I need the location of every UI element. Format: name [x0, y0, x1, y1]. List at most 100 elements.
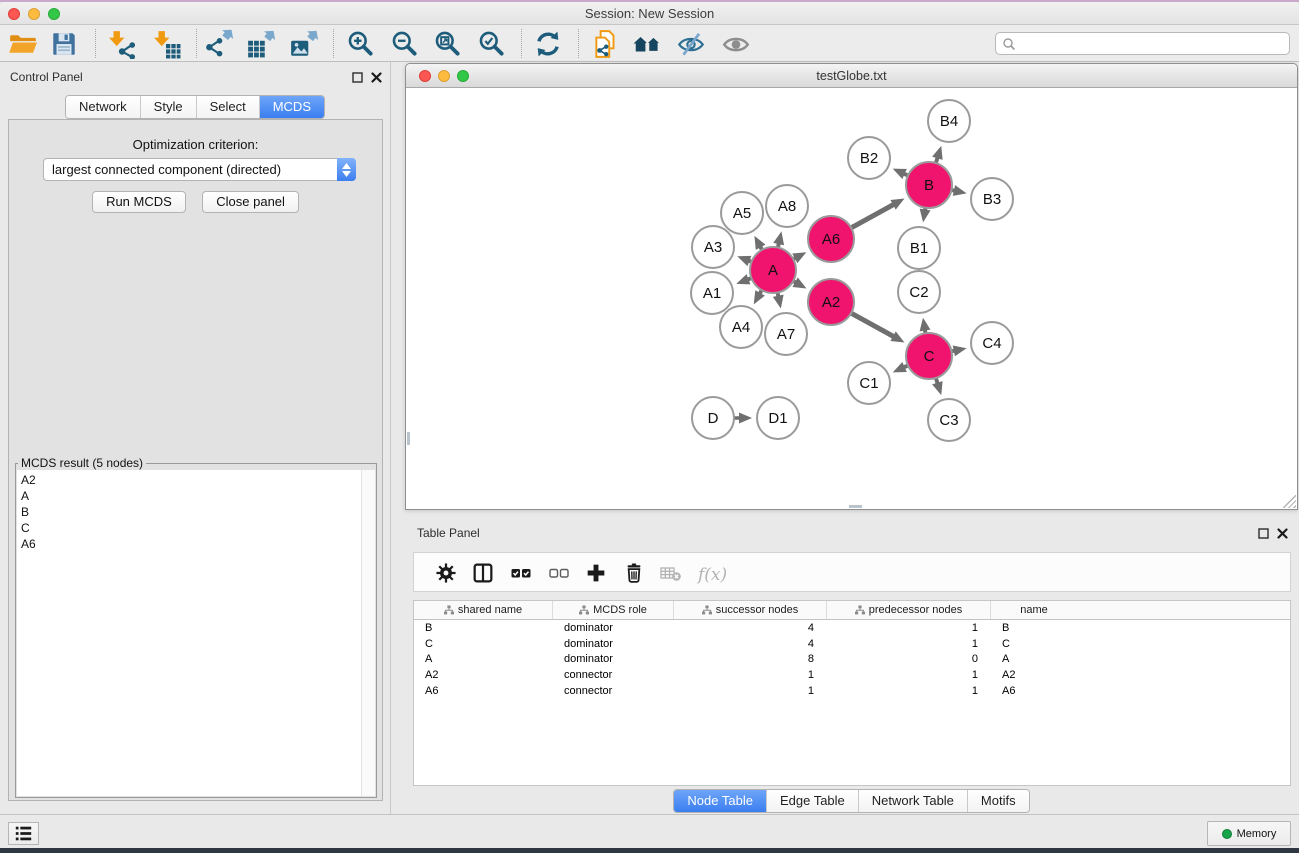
select-all-icon[interactable] — [511, 563, 531, 583]
refresh-layout-icon[interactable] — [533, 29, 563, 59]
float-table-panel-icon[interactable] — [1258, 528, 1269, 539]
mcds-result-item[interactable]: A6 — [21, 536, 359, 552]
export-image-icon[interactable] — [289, 29, 319, 59]
table-cell[interactable]: A6 — [414, 685, 553, 697]
close-panel-button[interactable]: Close panel — [202, 191, 299, 213]
table-cell[interactable]: A6 — [991, 685, 1077, 697]
column-header-successor-nodes[interactable]: successor nodes — [674, 601, 827, 619]
table-cell[interactable]: connector — [553, 685, 674, 697]
tab-node-table[interactable]: Node Table — [674, 790, 767, 812]
delete-column-icon[interactable] — [624, 563, 644, 583]
table-header-row: shared nameMCDS rolesuccessor nodesprede… — [414, 601, 1290, 620]
zoom-fit-icon[interactable] — [433, 29, 463, 59]
mcds-result-item[interactable]: C — [21, 520, 359, 536]
table-cell[interactable]: B — [414, 622, 553, 634]
network-window-titlebar[interactable]: testGlobe.txt — [406, 64, 1297, 88]
open-file-icon[interactable] — [8, 29, 38, 59]
network-canvas[interactable]: AA1A2A3A4A5A6A7A8BB1B2B3B4CC1C2C3C4DD1 — [407, 89, 1296, 509]
export-table-icon[interactable] — [246, 29, 276, 59]
import-network-icon[interactable] — [106, 29, 136, 59]
table-cell[interactable]: 1 — [827, 669, 991, 681]
graph-node-label: A7 — [777, 326, 795, 343]
table-cell[interactable]: dominator — [553, 638, 674, 650]
table-cell[interactable]: 4 — [674, 638, 827, 650]
table-row[interactable]: Cdominator41C — [414, 636, 1290, 652]
edge-A6-B[interactable] — [849, 204, 894, 229]
control-panel-title: Control Panel — [10, 70, 83, 84]
table-cell[interactable]: 4 — [674, 622, 827, 634]
memory-button[interactable]: Memory — [1207, 821, 1291, 846]
show-all-icon[interactable] — [721, 29, 751, 59]
table-panel: Table Panel — [404, 520, 1299, 814]
table-cell[interactable]: 1 — [827, 685, 991, 697]
table-cell[interactable]: C — [414, 638, 553, 650]
graph-node-label: C4 — [982, 335, 1001, 352]
hide-selected-icon[interactable] — [676, 29, 706, 59]
table-panel-title: Table Panel — [417, 526, 480, 540]
tab-edge-table[interactable]: Edge Table — [767, 790, 859, 812]
table-row[interactable]: A6connector11A6 — [414, 683, 1290, 699]
mcds-result-item[interactable]: A2 — [21, 472, 359, 488]
table-cell[interactable]: dominator — [553, 653, 674, 665]
table-cell[interactable]: 1 — [827, 638, 991, 650]
task-history-button[interactable] — [8, 822, 39, 845]
network-graph[interactable]: AA1A2A3A4A5A6A7A8BB1B2B3B4CC1C2C3C4DD1 — [407, 89, 1296, 509]
criterion-dropdown[interactable]: largest connected component (directed) — [43, 158, 356, 181]
table-cell[interactable]: 1 — [827, 622, 991, 634]
zoom-in-icon[interactable] — [346, 29, 376, 59]
zoom-out-icon[interactable] — [390, 29, 420, 59]
search-input[interactable] — [1020, 33, 1289, 54]
close-panel-icon[interactable] — [371, 72, 382, 83]
duplicate-network-icon[interactable] — [591, 29, 621, 59]
mcds-result-item[interactable]: A — [21, 488, 359, 504]
table-cell[interactable]: A — [414, 653, 553, 665]
first-neighbors-icon[interactable] — [632, 29, 662, 59]
zoom-selected-icon[interactable] — [477, 29, 507, 59]
toolbar-separator — [333, 29, 334, 58]
import-table-icon[interactable] — [151, 29, 181, 59]
table-row[interactable]: Adominator80A — [414, 652, 1290, 668]
table-row[interactable]: Bdominator41B — [414, 620, 1290, 636]
deselect-all-icon[interactable] — [549, 563, 569, 583]
search-field[interactable] — [995, 32, 1290, 55]
tab-network-table[interactable]: Network Table — [859, 790, 968, 812]
save-session-icon[interactable] — [49, 29, 79, 59]
table-cell[interactable]: C — [991, 638, 1077, 650]
table-cell[interactable]: 1 — [674, 685, 827, 697]
resize-grip[interactable] — [1283, 495, 1296, 508]
add-column-icon[interactable] — [586, 563, 606, 583]
column-header-shared-name[interactable]: shared name — [414, 601, 553, 619]
column-header-predecessor-nodes[interactable]: predecessor nodes — [827, 601, 991, 619]
split-view-icon[interactable] — [473, 563, 493, 583]
table-settings-icon[interactable] — [436, 563, 456, 583]
table-cell[interactable]: A2 — [991, 669, 1077, 681]
table-cell[interactable]: A2 — [414, 669, 553, 681]
tab-motifs[interactable]: Motifs — [968, 790, 1029, 812]
table-toolbar: f(x) — [413, 552, 1291, 592]
table-cell[interactable]: 8 — [674, 653, 827, 665]
graph-node-label: B1 — [910, 240, 928, 257]
mcds-result-list[interactable]: A2ABCA6 — [21, 472, 359, 794]
node-table[interactable]: shared nameMCDS rolesuccessor nodesprede… — [413, 600, 1291, 786]
table-cell[interactable]: A — [991, 653, 1077, 665]
mcds-result-item[interactable]: B — [21, 504, 359, 520]
tab-mcds[interactable]: MCDS — [260, 96, 324, 118]
export-network-icon[interactable] — [204, 29, 234, 59]
float-panel-icon[interactable] — [352, 72, 363, 83]
table-cell[interactable]: connector — [553, 669, 674, 681]
column-header-MCDS-role[interactable]: MCDS role — [553, 601, 674, 619]
table-row[interactable]: A2connector11A2 — [414, 667, 1290, 683]
table-cell[interactable]: 1 — [674, 669, 827, 681]
result-scrollbar[interactable] — [361, 470, 375, 796]
tab-network[interactable]: Network — [66, 96, 141, 118]
column-header-name[interactable]: name — [991, 601, 1077, 619]
horizontal-scroll-indicator — [849, 505, 862, 508]
edge-A2-C[interactable] — [849, 312, 894, 337]
close-table-panel-icon[interactable] — [1277, 528, 1288, 539]
table-cell[interactable]: dominator — [553, 622, 674, 634]
table-cell[interactable]: 0 — [827, 653, 991, 665]
tab-style[interactable]: Style — [141, 96, 197, 118]
table-cell[interactable]: B — [991, 622, 1077, 634]
tab-select[interactable]: Select — [197, 96, 260, 118]
run-mcds-button[interactable]: Run MCDS — [92, 191, 186, 213]
